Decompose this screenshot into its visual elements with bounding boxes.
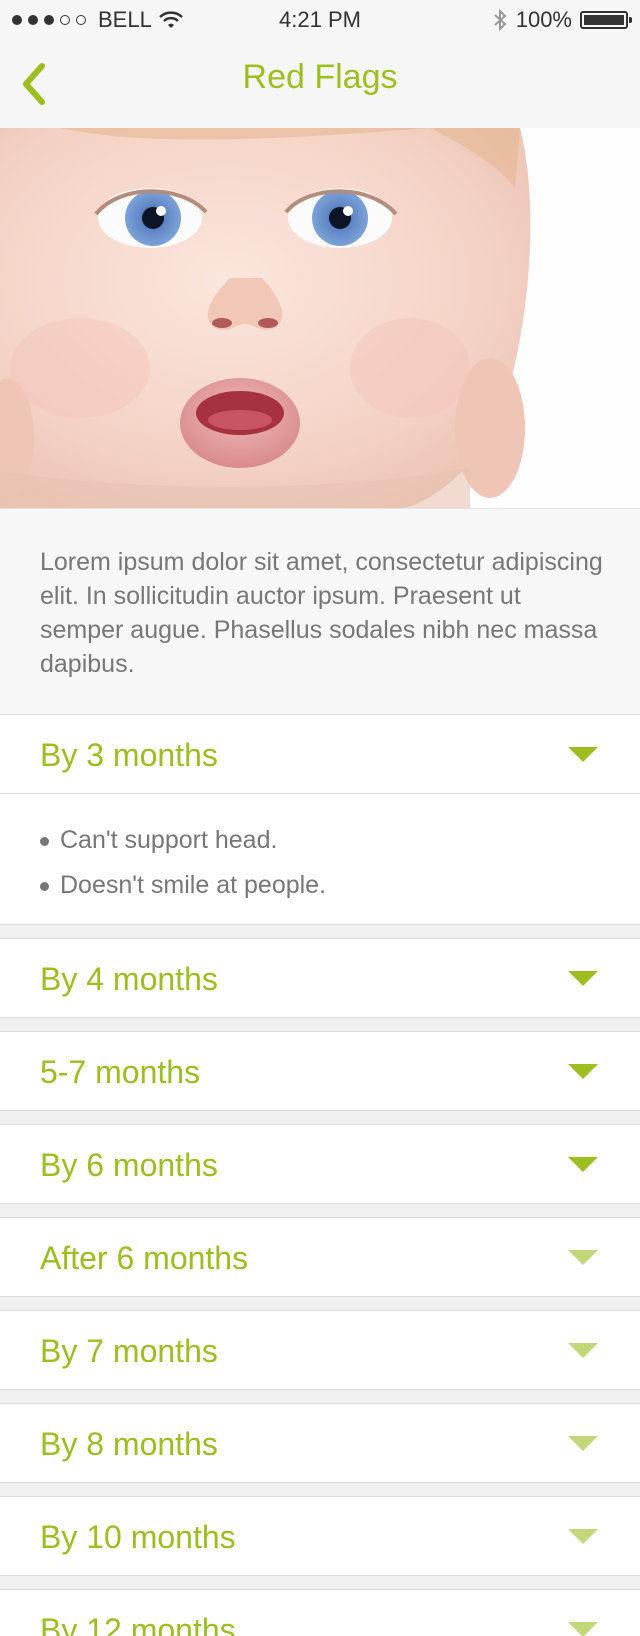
accordion-label: By 10 months [40, 1519, 236, 1555]
accordion-header-by-8-months[interactable]: By 8 months [0, 1403, 640, 1483]
accordion-label: 5-7 months [40, 1054, 201, 1090]
accordion-label: By 4 months [40, 961, 218, 997]
triangle-down-icon [568, 1343, 598, 1358]
triangle-down-icon [568, 1529, 598, 1544]
page-title: Red Flags [242, 58, 398, 96]
accordion-label: By 7 months [40, 1333, 218, 1369]
accordion-header-by-6-months[interactable]: By 6 months [0, 1124, 640, 1204]
list-item: Can't support head. [0, 818, 640, 863]
accordion-header-by-4-months[interactable]: By 4 months [0, 938, 640, 1018]
accordion-header-by-7-months[interactable]: By 7 months [0, 1310, 640, 1390]
accordion-header-by-3-months[interactable]: By 3 months [0, 714, 640, 794]
accordion-header-5-7-months[interactable]: 5-7 months [0, 1031, 640, 1111]
accordion-label: By 3 months [40, 737, 218, 773]
triangle-down-icon [568, 971, 598, 986]
triangle-down-icon [568, 1250, 598, 1265]
status-bar: BELL 4:21 PM 100% [0, 0, 640, 40]
accordion-header-by-12-months[interactable]: By 12 months [0, 1589, 640, 1636]
battery-percent: 100% [515, 7, 572, 32]
triangle-down-icon [568, 747, 598, 762]
accordion-label: After 6 months [40, 1240, 249, 1276]
accordion-header-after-6-months[interactable]: After 6 months [0, 1217, 640, 1297]
accordion-header-by-10-months[interactable]: By 10 months [0, 1496, 640, 1576]
accordion-label: By 6 months [40, 1147, 218, 1183]
triangle-down-icon [568, 1622, 598, 1636]
triangle-down-icon [568, 1157, 598, 1172]
list-item: Doesn't smile at people. [0, 863, 640, 908]
triangle-down-icon [568, 1436, 598, 1451]
status-right: 100% [492, 7, 632, 33]
accordion-content-by-3-months: Can't support head. Doesn't smile at peo… [0, 794, 640, 925]
hero-image [0, 128, 640, 508]
accordion-label: By 12 months [40, 1612, 236, 1636]
nav-bar: Red Flags [0, 40, 640, 128]
battery-icon [580, 11, 632, 29]
intro-text: Lorem ipsum dolor sit amet, consectetur … [40, 548, 603, 678]
intro-section: Lorem ipsum dolor sit amet, consectetur … [0, 508, 640, 714]
baby-face-illustration [0, 128, 640, 508]
triangle-down-icon [568, 1064, 598, 1079]
accordion-label: By 8 months [40, 1426, 218, 1462]
bluetooth-icon [494, 8, 507, 32]
red-flags-list: By 3 months Can't support head. Doesn't … [0, 714, 640, 1636]
